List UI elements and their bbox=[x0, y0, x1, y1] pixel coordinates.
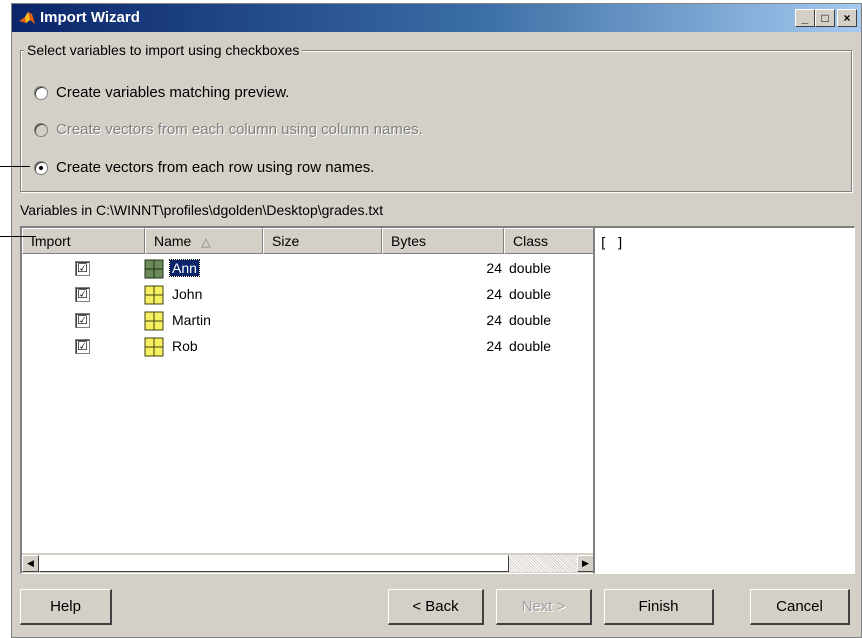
column-label: Bytes bbox=[391, 233, 427, 249]
column-label: Class bbox=[513, 233, 549, 249]
arrow-left-icon: ◀ bbox=[27, 558, 34, 568]
column-label: Size bbox=[272, 233, 300, 249]
scroll-left-button[interactable]: ◀ bbox=[22, 555, 39, 572]
table-row[interactable]: ☑ Martin 24 double bbox=[22, 308, 594, 334]
table-row[interactable]: ☑ John 24 double bbox=[22, 282, 594, 308]
column-label: Import bbox=[31, 233, 71, 249]
radio-button[interactable] bbox=[34, 160, 48, 175]
variable-class: double bbox=[509, 260, 552, 276]
variable-name[interactable]: Martin bbox=[170, 312, 213, 328]
button-label: < Back bbox=[412, 598, 459, 615]
horizontal-scrollbar[interactable]: ◀ ▶ bbox=[22, 553, 594, 573]
callout-line-row-option bbox=[0, 166, 30, 167]
arrow-right-icon: ▶ bbox=[582, 558, 589, 568]
variable-bytes: 24 bbox=[486, 286, 502, 302]
column-header-size[interactable]: Size bbox=[263, 228, 382, 254]
variable-bytes: 24 bbox=[486, 312, 502, 328]
table-row[interactable]: ☑ Ann 24 double bbox=[22, 256, 594, 282]
radio-matching-preview[interactable]: Create variables matching preview. bbox=[34, 84, 289, 101]
next-button: Next > bbox=[496, 589, 592, 625]
scrollbar-track[interactable] bbox=[39, 555, 577, 572]
button-label: Cancel bbox=[776, 598, 823, 615]
import-checkbox[interactable]: ☑ bbox=[75, 261, 90, 276]
scroll-right-button[interactable]: ▶ bbox=[577, 555, 594, 572]
maximize-icon: □ bbox=[821, 11, 829, 25]
variable-bytes: 24 bbox=[486, 260, 502, 276]
column-header-name[interactable]: Name △ bbox=[145, 228, 263, 254]
table-header: Import Name △ Size Bytes Class bbox=[22, 228, 594, 254]
import-checkbox[interactable]: ☑ bbox=[75, 339, 90, 354]
button-label: Help bbox=[50, 598, 81, 615]
button-label: Next > bbox=[521, 598, 566, 615]
matlab-logo-icon bbox=[19, 12, 35, 24]
finish-button[interactable]: Finish bbox=[604, 589, 714, 625]
scrollbar-track-remainder[interactable] bbox=[509, 555, 577, 572]
window-title: Import Wizard bbox=[40, 9, 140, 26]
column-header-class[interactable]: Class bbox=[504, 228, 594, 254]
matrix-variable-icon bbox=[144, 259, 164, 279]
radio-button[interactable] bbox=[34, 85, 48, 100]
close-button[interactable]: × bbox=[837, 9, 857, 27]
variable-name[interactable]: John bbox=[170, 286, 204, 302]
variable-name[interactable]: Ann bbox=[169, 259, 200, 277]
radio-button bbox=[34, 122, 48, 137]
title-bar[interactable]: Import Wizard _ □ × bbox=[12, 4, 861, 32]
radio-label: Create vectors from each row using row n… bbox=[56, 159, 375, 176]
minimize-button[interactable]: _ bbox=[795, 9, 815, 27]
sort-ascending-icon: △ bbox=[201, 235, 211, 249]
cancel-button[interactable]: Cancel bbox=[750, 589, 850, 625]
import-checkbox[interactable]: ☑ bbox=[75, 287, 90, 302]
scrollbar-thumb[interactable] bbox=[39, 555, 509, 572]
callout-line-import-column bbox=[0, 236, 36, 237]
maximize-button[interactable]: □ bbox=[815, 9, 835, 27]
matrix-variable-icon bbox=[144, 285, 164, 305]
variable-class: double bbox=[509, 312, 552, 328]
variable-class: double bbox=[509, 286, 552, 302]
radio-row-names[interactable]: Create vectors from each row using row n… bbox=[34, 159, 374, 176]
back-button[interactable]: < Back bbox=[388, 589, 484, 625]
column-header-import[interactable]: Import bbox=[22, 228, 145, 254]
options-legend: Select variables to import using checkbo… bbox=[24, 42, 303, 58]
close-icon: × bbox=[843, 11, 851, 25]
variables-file-label: Variables in C:\WINNT\profiles\dgolden\D… bbox=[20, 202, 384, 218]
radio-column-names: Create vectors from each column using co… bbox=[34, 121, 423, 138]
import-wizard-window: Import Wizard _ □ × Select variables to … bbox=[11, 3, 862, 638]
variable-name[interactable]: Rob bbox=[170, 338, 200, 354]
preview-pane: [ ] bbox=[593, 226, 855, 574]
button-label: Finish bbox=[638, 598, 679, 615]
column-header-bytes[interactable]: Bytes bbox=[382, 228, 504, 254]
minimize-icon: _ bbox=[801, 11, 809, 25]
import-checkbox[interactable]: ☑ bbox=[75, 313, 90, 328]
help-button[interactable]: Help bbox=[20, 589, 112, 625]
preview-text: [ ] bbox=[599, 236, 625, 252]
table-row[interactable]: ☑ Rob 24 double bbox=[22, 334, 594, 360]
matrix-variable-icon bbox=[144, 311, 164, 331]
variable-bytes: 24 bbox=[486, 338, 502, 354]
variables-table: Import Name △ Size Bytes Class ☑ Ann 24 d… bbox=[20, 226, 594, 574]
matrix-variable-icon bbox=[144, 337, 164, 357]
column-label: Name bbox=[154, 233, 192, 249]
variable-class: double bbox=[509, 338, 552, 354]
radio-label: Create variables matching preview. bbox=[56, 84, 290, 101]
radio-label: Create vectors from each column using co… bbox=[56, 121, 423, 138]
